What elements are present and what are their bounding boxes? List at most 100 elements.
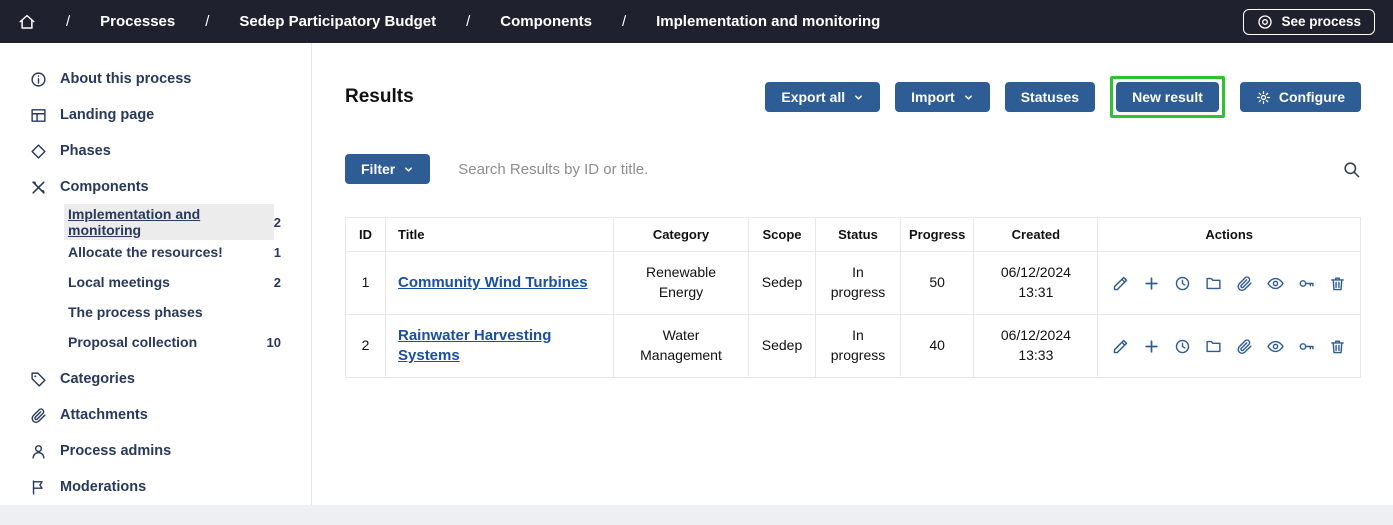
- breadcrumb-processes[interactable]: Processes: [100, 13, 175, 30]
- sidebar-item-attachments[interactable]: Attachments: [30, 397, 311, 433]
- export-all-label: Export all: [781, 89, 845, 105]
- topbar: / Processes / Sedep Participatory Budget…: [0, 0, 1393, 43]
- info-icon: [30, 71, 47, 88]
- clock-icon[interactable]: [1174, 338, 1191, 355]
- breadcrumb-separator: /: [466, 13, 470, 30]
- subitem-count: 1: [274, 245, 281, 260]
- breadcrumb-process-name[interactable]: Sedep Participatory Budget: [239, 13, 436, 30]
- cell-category: Renewable Energy: [614, 252, 749, 315]
- statuses-button[interactable]: Statuses: [1005, 82, 1095, 112]
- breadcrumb-separator: /: [205, 13, 209, 30]
- permissions-key-icon[interactable]: [1298, 338, 1315, 355]
- preview-eye-icon[interactable]: [1267, 338, 1284, 355]
- subitem-count: 2: [274, 215, 281, 230]
- export-all-button[interactable]: Export all: [765, 82, 880, 112]
- table-row: 1 Community Wind Turbines Renewable Ener…: [346, 252, 1361, 315]
- breadcrumb-components[interactable]: Components: [500, 13, 592, 30]
- header-category: Category: [614, 218, 749, 252]
- header-created: Created: [974, 218, 1098, 252]
- header-scope: Scope: [749, 218, 816, 252]
- cell-id: 2: [346, 315, 386, 378]
- add-icon[interactable]: [1143, 275, 1160, 292]
- row-actions: [1108, 338, 1350, 355]
- subitem-count: 2: [274, 275, 281, 290]
- preview-eye-icon[interactable]: [1267, 275, 1284, 292]
- chevron-down-icon: [403, 164, 414, 175]
- sidebar-item-about[interactable]: About this process: [30, 61, 311, 97]
- sidebar-subitem-proposal-collection[interactable]: Proposal collection 10: [64, 327, 291, 357]
- import-label: Import: [911, 89, 955, 105]
- header-progress: Progress: [901, 218, 974, 252]
- gear-icon: [1256, 90, 1271, 105]
- cell-scope: Sedep: [749, 252, 816, 315]
- folder-icon[interactable]: [1205, 338, 1222, 355]
- header-actions: Actions: [1098, 218, 1361, 252]
- tools-icon: [30, 179, 47, 196]
- sidebar-item-landing-page[interactable]: Landing page: [30, 97, 311, 133]
- sidebar-subitem-implementation-and-monitoring[interactable]: Implementation and monitoring 2: [64, 207, 291, 237]
- sidebar-item-process-admins[interactable]: Process admins: [30, 433, 311, 469]
- sidebar-item-moderations[interactable]: Moderations: [30, 469, 311, 505]
- filter-button[interactable]: Filter: [345, 154, 430, 184]
- table-header-row: ID Title Category Scope Status Progress …: [346, 218, 1361, 252]
- home-icon[interactable]: [18, 13, 36, 31]
- row-actions: [1108, 275, 1350, 292]
- flag-icon: [30, 479, 47, 496]
- folder-icon[interactable]: [1205, 275, 1222, 292]
- configure-button[interactable]: Configure: [1240, 82, 1361, 112]
- sidebar-subitem-local-meetings[interactable]: Local meetings 2: [64, 267, 291, 297]
- subitem-label: Local meetings: [64, 272, 174, 292]
- header-status: Status: [816, 218, 901, 252]
- cell-status: In progress: [816, 315, 901, 378]
- sidebar-item-label: About this process: [60, 71, 191, 87]
- sidebar-subitem-allocate-the-resources[interactable]: Allocate the resources! 1: [64, 237, 291, 267]
- cell-status: In progress: [816, 252, 901, 315]
- clock-icon[interactable]: [1174, 275, 1191, 292]
- delete-trash-icon[interactable]: [1329, 338, 1346, 355]
- sidebar-subitem-the-process-phases[interactable]: The process phases: [64, 297, 291, 327]
- sidebar-item-components[interactable]: Components: [30, 169, 311, 205]
- layout-icon: [30, 107, 47, 124]
- sidebar-item-label: Landing page: [60, 107, 154, 123]
- result-title-link[interactable]: Community Wind Turbines: [398, 273, 588, 293]
- add-icon[interactable]: [1143, 338, 1160, 355]
- edit-icon[interactable]: [1112, 338, 1129, 355]
- sidebar-item-phases[interactable]: Phases: [30, 133, 311, 169]
- attachment-icon[interactable]: [1236, 275, 1253, 292]
- new-result-button[interactable]: New result: [1116, 82, 1219, 112]
- tag-icon: [30, 371, 47, 388]
- sidebar-item-categories[interactable]: Categories: [30, 361, 311, 397]
- header-title: Title: [386, 218, 614, 252]
- see-process-button[interactable]: See process: [1243, 9, 1375, 35]
- paperclip-icon: [30, 407, 47, 424]
- filter-search-bar: Filter: [345, 154, 1361, 184]
- sidebar-item-label: Attachments: [60, 407, 148, 423]
- import-button[interactable]: Import: [895, 82, 990, 112]
- table-row: 2 Rainwater Harvesting Systems Water Man…: [346, 315, 1361, 378]
- cell-progress: 50: [901, 252, 974, 315]
- subitem-label: Implementation and monitoring: [64, 204, 274, 240]
- permissions-key-icon[interactable]: [1298, 275, 1315, 292]
- search-icon: [1342, 160, 1361, 179]
- cell-scope: Sedep: [749, 315, 816, 378]
- see-process-label: See process: [1281, 14, 1361, 29]
- new-result-highlight: New result: [1110, 76, 1225, 118]
- delete-trash-icon[interactable]: [1329, 275, 1346, 292]
- search-button[interactable]: [1342, 160, 1361, 179]
- edit-icon[interactable]: [1112, 275, 1129, 292]
- attachment-icon[interactable]: [1236, 338, 1253, 355]
- cell-progress: 40: [901, 315, 974, 378]
- search-input[interactable]: [458, 161, 1342, 178]
- sidebar-item-label: Phases: [60, 143, 111, 159]
- results-toolbar: Export all Import Statuses New result: [765, 76, 1361, 118]
- cell-created: 06/12/2024 13:31: [974, 252, 1098, 315]
- header-id: ID: [346, 218, 386, 252]
- result-title-link[interactable]: Rainwater Harvesting Systems: [398, 326, 603, 367]
- page-title: Results: [345, 86, 414, 108]
- sidebar-item-label: Process admins: [60, 443, 171, 459]
- statuses-label: Statuses: [1021, 89, 1079, 105]
- cell-category: Water Management: [614, 315, 749, 378]
- filter-label: Filter: [361, 161, 395, 177]
- results-table: ID Title Category Scope Status Progress …: [345, 217, 1361, 378]
- eye-icon: [1257, 14, 1273, 30]
